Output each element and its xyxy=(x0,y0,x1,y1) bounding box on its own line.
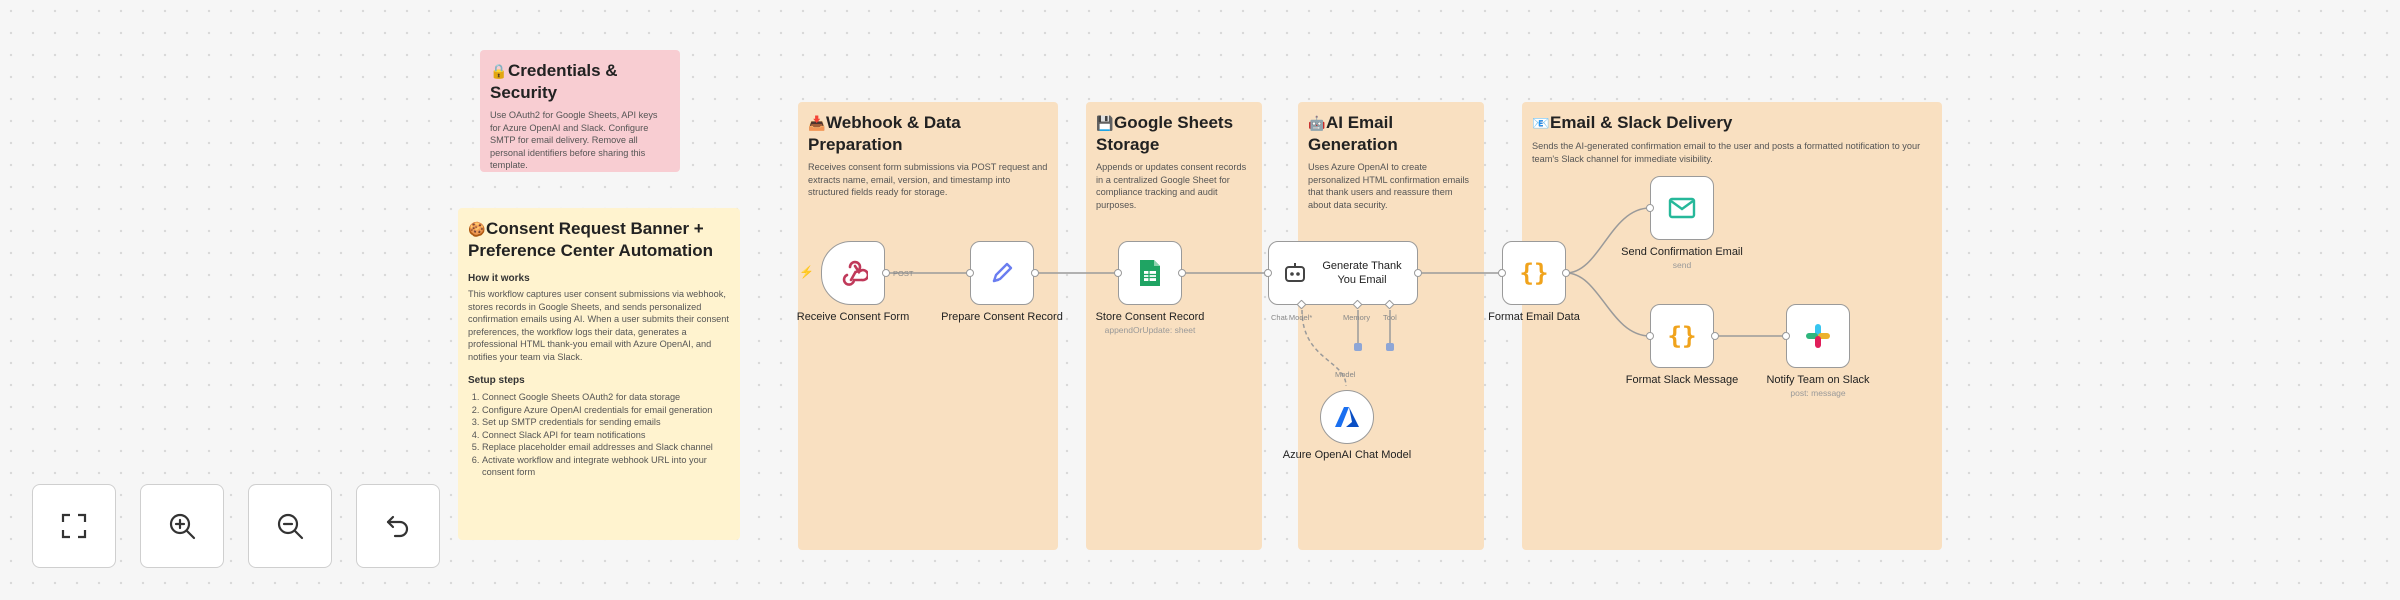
node-label: Azure OpenAI Chat Model xyxy=(1282,449,1412,461)
output-port[interactable] xyxy=(1178,269,1186,277)
zoom-out-button[interactable] xyxy=(248,484,332,568)
output-port[interactable] xyxy=(1031,269,1039,277)
undo-icon xyxy=(386,515,409,538)
add-tool-plus xyxy=(1386,343,1394,351)
input-port[interactable] xyxy=(1114,269,1122,277)
output-port[interactable] xyxy=(1711,332,1719,340)
fit-view-button[interactable] xyxy=(32,484,116,568)
node-format-email-data[interactable]: {} xyxy=(1502,241,1566,305)
model-edge-label: Model xyxy=(1335,370,1356,379)
zoom-in-button[interactable] xyxy=(140,484,224,568)
node-generate-thank-you-email[interactable]: Generate Thank You Email xyxy=(1268,241,1418,305)
tool-port-label: Tool xyxy=(1383,313,1397,322)
node-format-slack-message[interactable]: {} xyxy=(1650,304,1714,368)
node-label: Generate Thank You Email xyxy=(1322,260,1402,286)
fit-view-icon xyxy=(61,513,87,539)
input-port[interactable] xyxy=(1498,269,1506,277)
output-port[interactable] xyxy=(882,269,890,277)
node-label: Notify Team on Slack xyxy=(1766,374,1870,386)
node-subtitle: send xyxy=(1672,260,1692,270)
zoom-in-icon xyxy=(169,513,196,540)
node-subtitle: appendOrUpdate: sheet xyxy=(1104,325,1196,335)
node-label: Send Confirmation Email xyxy=(1621,246,1743,258)
node-label: Store Consent Record xyxy=(1095,311,1205,323)
braces-icon: {} xyxy=(1519,259,1549,287)
node-subtitle: post: message xyxy=(1790,388,1846,398)
connection-format-slack xyxy=(1565,272,1651,337)
braces-icon: {} xyxy=(1667,322,1697,350)
pencil-icon xyxy=(992,262,1013,283)
node-prepare-consent-record[interactable] xyxy=(970,241,1034,305)
node-store-consent-record[interactable] xyxy=(1118,241,1182,305)
node-notify-team-on-slack[interactable] xyxy=(1786,304,1850,368)
azure-icon xyxy=(1335,407,1359,427)
input-port[interactable] xyxy=(966,269,974,277)
zoom-out-icon xyxy=(277,513,304,540)
output-port[interactable] xyxy=(1562,269,1570,277)
node-azure-openai-chat-model[interactable] xyxy=(1320,390,1374,444)
node-label: Prepare Consent Record xyxy=(941,311,1063,323)
add-memory-plus xyxy=(1354,343,1362,351)
chat-model-port-label: Chat Model* xyxy=(1271,313,1313,322)
input-port[interactable] xyxy=(1782,332,1790,340)
ai-agent-icon xyxy=(1285,263,1305,282)
input-port[interactable] xyxy=(1646,332,1654,340)
post-edge-label: POST xyxy=(893,269,914,278)
input-port[interactable] xyxy=(1264,269,1272,277)
node-label: Format Email Data xyxy=(1488,311,1580,323)
email-icon xyxy=(1668,197,1696,219)
trigger-bolt-icon: ⚡ xyxy=(799,265,814,279)
node-label: Receive Consent Form xyxy=(796,311,910,323)
webhook-icon xyxy=(842,260,868,286)
node-receive-consent-form[interactable] xyxy=(821,241,885,305)
output-port[interactable] xyxy=(1414,269,1422,277)
undo-button[interactable] xyxy=(356,484,440,568)
input-port[interactable] xyxy=(1646,204,1654,212)
google-sheets-icon xyxy=(1140,260,1160,286)
node-send-confirmation-email[interactable] xyxy=(1650,176,1714,240)
slack-icon xyxy=(1806,324,1830,348)
memory-port-label: Memory xyxy=(1343,313,1371,322)
